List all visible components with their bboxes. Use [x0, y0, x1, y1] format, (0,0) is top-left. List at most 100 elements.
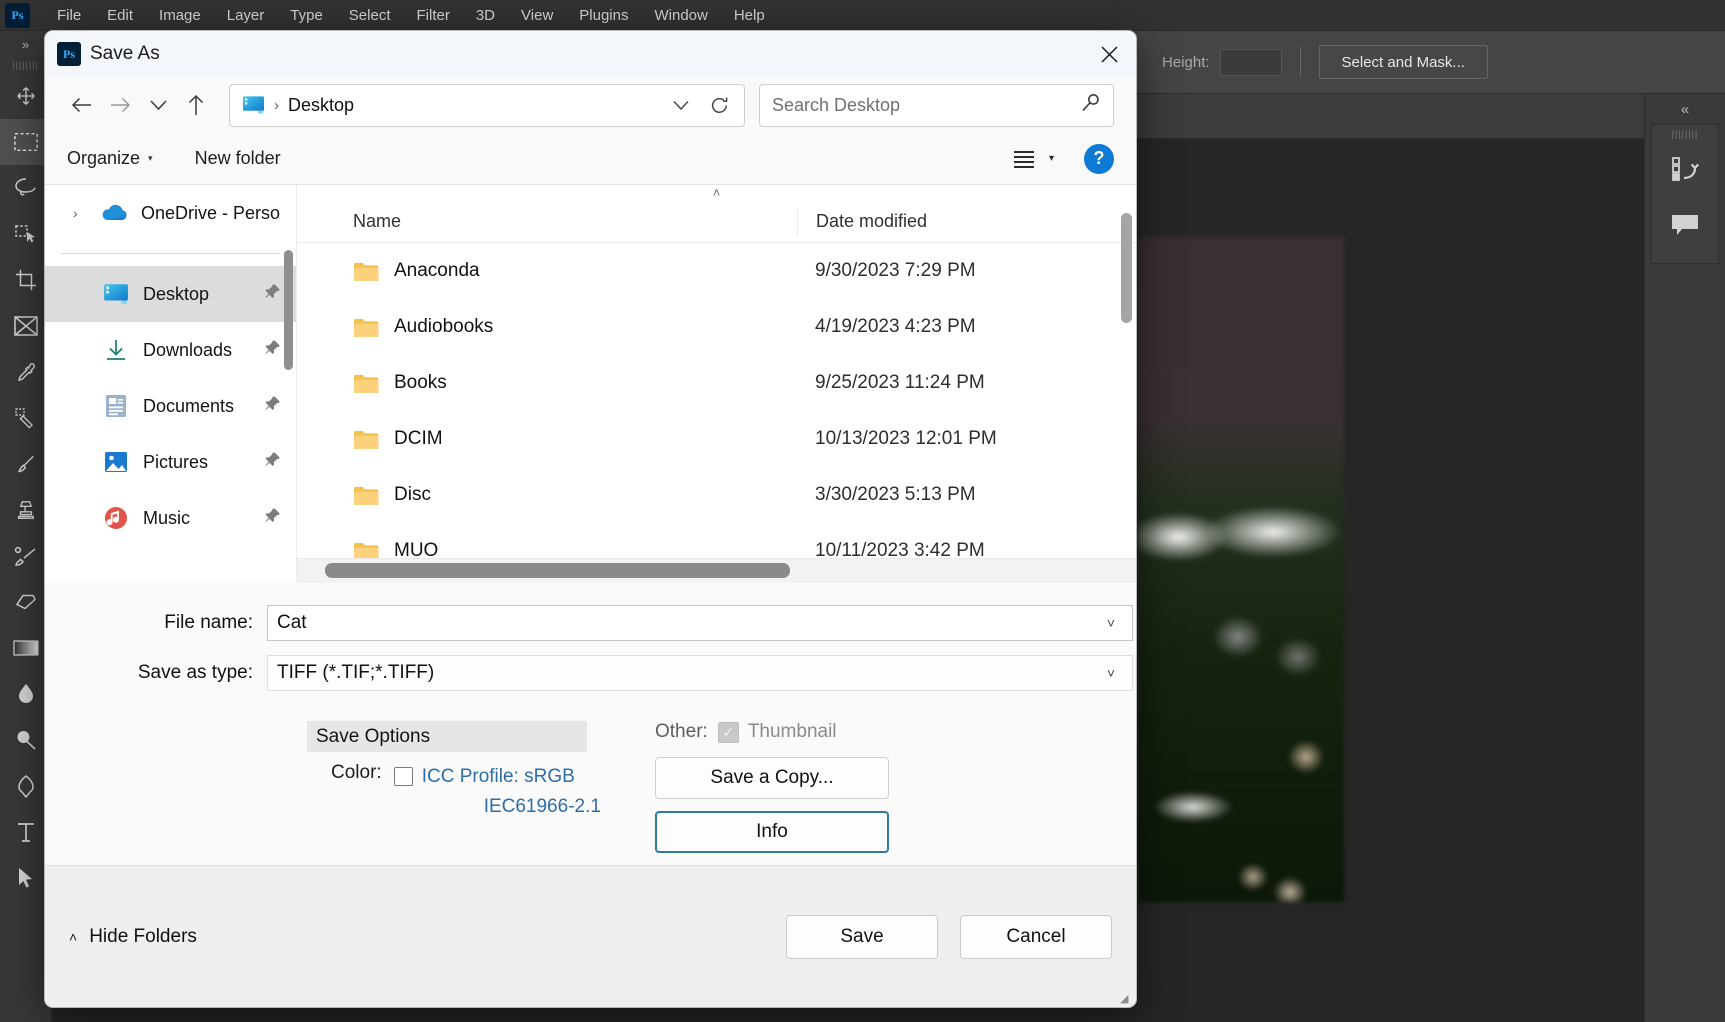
- resize-grip[interactable]: ◢: [1120, 992, 1132, 1005]
- folder-icon: [354, 262, 379, 281]
- search-input[interactable]: Search Desktop: [772, 95, 1081, 116]
- menu-edit[interactable]: Edit: [94, 7, 146, 24]
- pin-icon[interactable]: [264, 283, 281, 305]
- refresh-icon[interactable]: [700, 86, 738, 124]
- select-and-mask-button[interactable]: Select and Mask...: [1318, 45, 1488, 79]
- downloads-icon: [101, 337, 131, 363]
- up-button[interactable]: [177, 86, 215, 124]
- file-list-horizontal-scrollbar[interactable]: [325, 563, 790, 578]
- menu-plugins[interactable]: Plugins: [566, 7, 641, 24]
- file-name-cell[interactable]: Disc: [297, 484, 797, 506]
- comments-icon[interactable]: [1652, 197, 1718, 253]
- chevron-down-icon[interactable]: [662, 86, 700, 124]
- organize-button[interactable]: Organize ▾: [67, 148, 153, 169]
- file-name-cell[interactable]: Anaconda: [297, 260, 797, 282]
- sidebar-scrollbar[interactable]: [284, 250, 293, 370]
- file-date-cell: 4/19/2023 4:23 PM: [815, 316, 976, 337]
- menu-window[interactable]: Window: [641, 7, 720, 24]
- table-row[interactable]: Disc 3/30/2023 5:13 PM: [297, 467, 1136, 523]
- menu-file[interactable]: File: [44, 7, 94, 24]
- sidebar-item-label: OneDrive - Perso: [141, 202, 281, 223]
- back-button[interactable]: [63, 86, 101, 124]
- help-button[interactable]: ?: [1084, 143, 1114, 174]
- file-browser: › OneDrive - Perso Desktop Downloads Doc…: [45, 185, 1136, 583]
- file-name-input[interactable]: Cat ˅: [267, 605, 1133, 641]
- thumbnail-checkbox: ✓: [717, 721, 739, 743]
- hide-folders-button[interactable]: ˄ Hide Folders: [69, 926, 197, 948]
- file-name-label: File name:: [164, 612, 253, 633]
- file-name-cell[interactable]: Audiobooks: [297, 316, 797, 338]
- onedrive-cloud-icon: [99, 200, 129, 226]
- height-input[interactable]: [1219, 48, 1282, 76]
- save-as-type-row: Save as type: TIFF (*.TIF;*.TIFF) ˅: [45, 651, 1136, 695]
- column-header-date-modified[interactable]: Date modified: [797, 207, 1097, 236]
- forward-button[interactable]: [101, 86, 139, 124]
- save-as-type-label: Save as type:: [137, 662, 253, 683]
- file-name-cell[interactable]: DCIM: [297, 428, 797, 450]
- sidebar-item-desktop[interactable]: Desktop: [45, 266, 296, 322]
- icc-profile-checkbox[interactable]: [393, 767, 413, 786]
- chevron-down-icon[interactable]: ˅: [1094, 615, 1128, 631]
- save-options-area: Save Options Color: ICC Profile: sRGB IE…: [45, 713, 1136, 865]
- sidebar-item-downloads[interactable]: Downloads: [45, 322, 296, 378]
- photoshop-right-panel: « ||||||||: [1644, 94, 1725, 1022]
- search-box[interactable]: Search Desktop: [759, 83, 1114, 127]
- music-icon: [101, 505, 131, 531]
- cancel-button[interactable]: Cancel: [960, 914, 1112, 959]
- column-headers: Name Date modified: [297, 201, 1136, 243]
- info-button[interactable]: Info: [655, 811, 889, 853]
- sidebar-item-documents[interactable]: Documents: [45, 378, 296, 434]
- recent-locations-button[interactable]: [139, 86, 177, 124]
- file-name-cell[interactable]: Books: [297, 372, 797, 394]
- table-row[interactable]: DCIM 10/13/2023 12:01 PM: [297, 411, 1136, 467]
- search-icon[interactable]: [1081, 93, 1101, 118]
- panel-collapse-icon[interactable]: «: [1645, 94, 1725, 124]
- pin-icon[interactable]: [264, 507, 281, 529]
- file-date-cell: 9/30/2023 7:29 PM: [815, 260, 976, 281]
- menu-3d[interactable]: 3D: [463, 7, 508, 24]
- view-options-button[interactable]: ▾: [1011, 149, 1054, 169]
- pin-icon[interactable]: [264, 451, 281, 473]
- folder-icon: [354, 430, 379, 449]
- color-option-row: Color: ICC Profile: sRGB IEC61966-2.1: [307, 762, 655, 822]
- file-name-text: Disc: [394, 484, 431, 505]
- breadcrumb[interactable]: Desktop: [288, 95, 662, 116]
- menu-help[interactable]: Help: [721, 7, 778, 24]
- sidebar-item-pictures[interactable]: Pictures: [45, 434, 296, 490]
- save-a-copy-button[interactable]: Save a Copy...: [655, 757, 889, 799]
- history-icon[interactable]: [1652, 141, 1718, 197]
- dialog-titlebar[interactable]: Ps Save As: [45, 31, 1136, 77]
- menu-type[interactable]: Type: [277, 7, 336, 24]
- pin-icon[interactable]: [264, 395, 281, 417]
- menu-image[interactable]: Image: [146, 7, 214, 24]
- sidebar-divider: [61, 253, 280, 254]
- sidebar-item-music[interactable]: Music: [45, 490, 296, 546]
- menu-view[interactable]: View: [508, 7, 566, 24]
- menu-layer[interactable]: Layer: [214, 7, 278, 24]
- table-row[interactable]: Books 9/25/2023 11:24 PM: [297, 355, 1136, 411]
- chevron-down-icon[interactable]: ˅: [1094, 665, 1128, 681]
- pin-icon[interactable]: [264, 339, 281, 361]
- save-button[interactable]: Save: [786, 914, 938, 959]
- menu-filter[interactable]: Filter: [404, 7, 463, 24]
- menu-select[interactable]: Select: [336, 7, 404, 24]
- thumbnail-label: Thumbnail: [747, 721, 837, 742]
- address-bar[interactable]: › Desktop: [229, 83, 745, 127]
- close-icon[interactable]: [1082, 31, 1136, 77]
- sidebar-item-onedrive[interactable]: › OneDrive - Perso: [45, 185, 296, 241]
- toolbar-divider: [1299, 47, 1301, 77]
- icc-profile-line1: ICC Profile: sRGB: [421, 766, 575, 787]
- chevron-up-icon: ˄: [69, 928, 78, 945]
- panel-grip[interactable]: ||||||||: [1652, 125, 1718, 141]
- save-as-type-select[interactable]: TIFF (*.TIF;*.TIFF) ˅: [267, 655, 1133, 691]
- organize-label: Organize: [67, 148, 141, 168]
- command-bar: Organize ▾ New folder ▾ ?: [45, 133, 1136, 185]
- chevron-right-icon[interactable]: ›: [73, 205, 99, 221]
- photoshop-icon: Ps: [57, 42, 81, 66]
- desktop-icon: [242, 96, 265, 114]
- table-row[interactable]: Anaconda 9/30/2023 7:29 PM: [297, 243, 1136, 299]
- file-list-vertical-scrollbar[interactable]: [1121, 213, 1132, 323]
- column-header-name[interactable]: Name: [297, 211, 797, 232]
- table-row[interactable]: Audiobooks 4/19/2023 4:23 PM: [297, 299, 1136, 355]
- new-folder-button[interactable]: New folder: [195, 148, 281, 169]
